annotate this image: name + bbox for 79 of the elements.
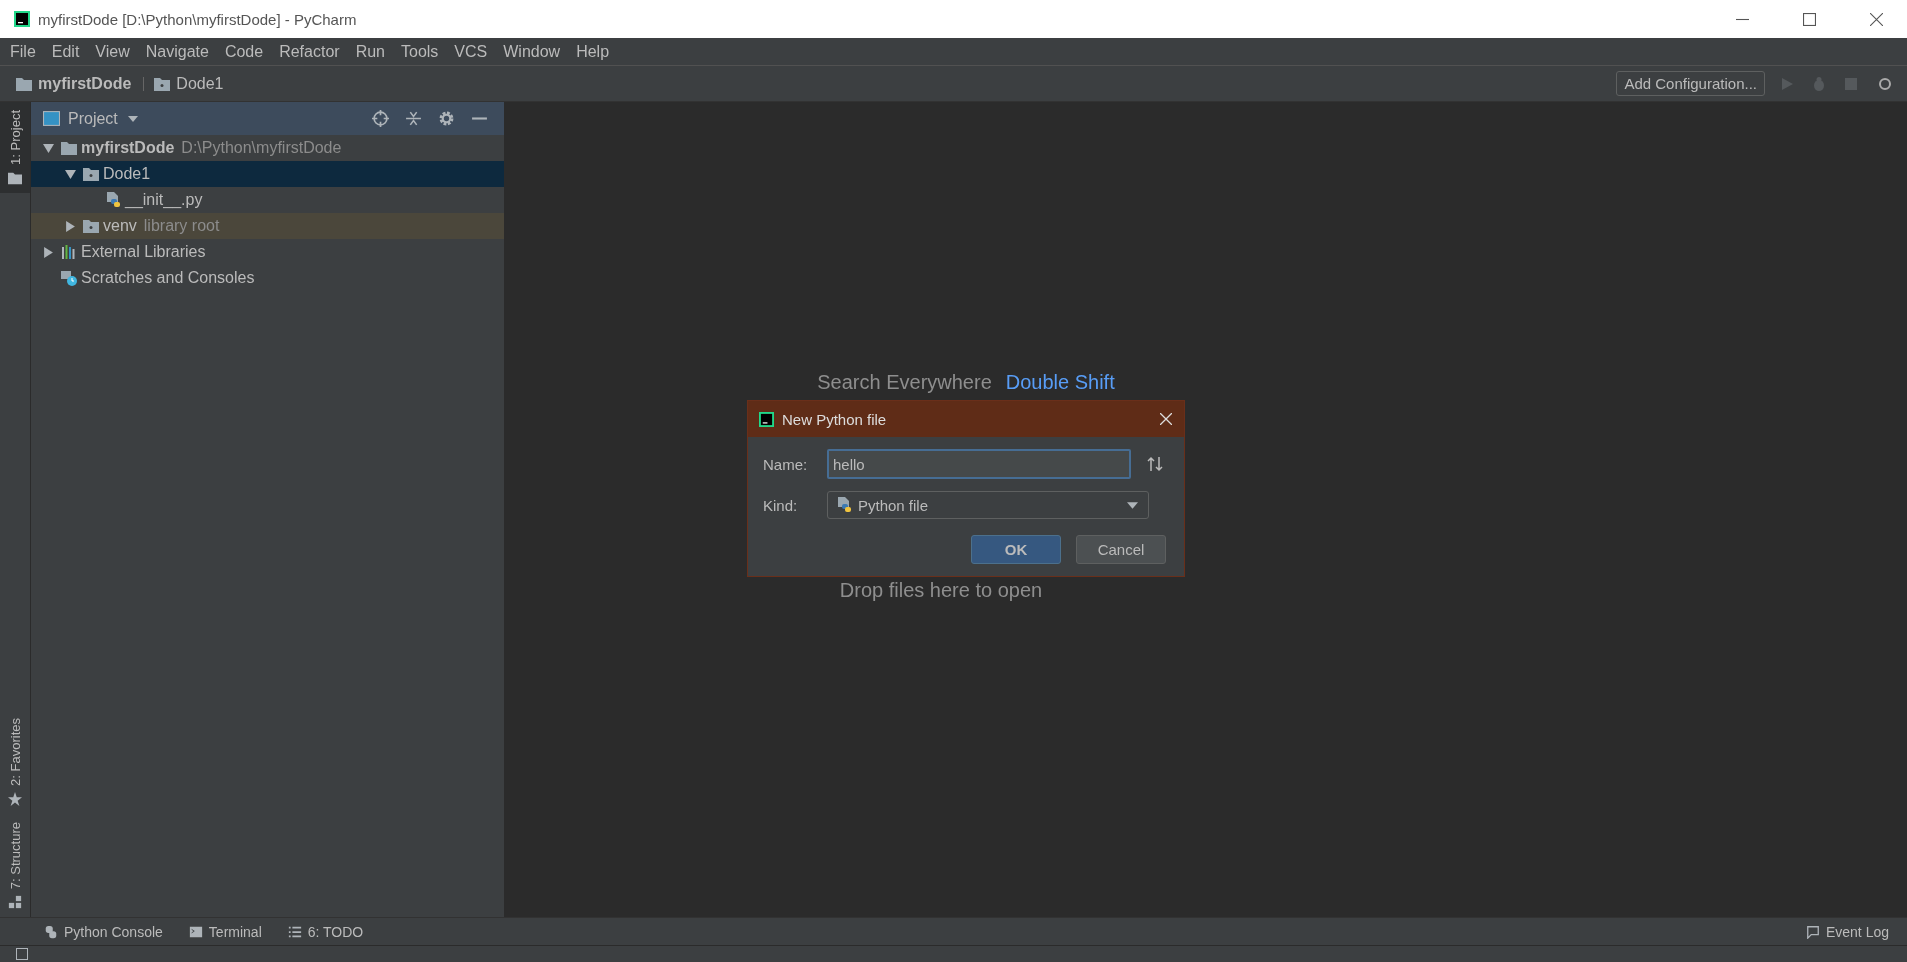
search-hint: Search Everywhere bbox=[817, 371, 992, 394]
collapse-all-icon[interactable] bbox=[405, 110, 422, 127]
tree-row[interactable]: External Libraries bbox=[31, 239, 504, 265]
cancel-button[interactable]: Cancel bbox=[1076, 535, 1166, 564]
menu-item[interactable]: Run bbox=[355, 42, 385, 61]
tool-window-tab[interactable]: 2: Favorites bbox=[0, 709, 30, 814]
tree-item-label: myfirstDode bbox=[81, 139, 175, 157]
menu-item[interactable]: Navigate bbox=[145, 42, 209, 61]
menu-item[interactable]: Window bbox=[503, 42, 561, 61]
expand-arrow-icon[interactable] bbox=[43, 246, 54, 258]
tree-item-hint: library root bbox=[143, 217, 220, 235]
maximize-icon[interactable] bbox=[1803, 12, 1816, 26]
sort-arrows-icon[interactable] bbox=[1147, 456, 1163, 472]
tool-window-tab[interactable]: 1: Project bbox=[0, 102, 30, 193]
kind-dropdown[interactable]: Python file bbox=[827, 491, 1149, 519]
menu-item[interactable]: Refactor bbox=[279, 42, 340, 61]
ok-button[interactable]: OK bbox=[971, 535, 1061, 564]
tree-row[interactable]: __init__.py bbox=[31, 187, 504, 213]
tree-item-label: venv bbox=[103, 217, 137, 235]
tree-row[interactable]: Scratches and Consoles bbox=[31, 265, 504, 291]
tree-item-label: Dode1 bbox=[103, 165, 151, 183]
libraries-icon bbox=[61, 244, 77, 260]
folder-icon bbox=[61, 140, 77, 156]
tree-row[interactable]: myfirstDode D:\Python\myfirstDode bbox=[31, 135, 504, 161]
menu-item[interactable]: VCS bbox=[454, 42, 488, 61]
tree-item-label: Scratches and Consoles bbox=[81, 269, 255, 287]
folder-icon bbox=[83, 218, 99, 234]
structure-icon bbox=[8, 895, 22, 909]
speech-bubble-icon bbox=[1805, 924, 1820, 939]
menu-item[interactable]: Help bbox=[576, 42, 610, 61]
star-icon bbox=[8, 791, 22, 806]
menu-item[interactable]: Code bbox=[224, 42, 264, 61]
tree-item-hint: D:\Python\myfirstDode bbox=[181, 139, 342, 157]
menu-item[interactable]: Tools bbox=[401, 42, 439, 61]
toggle-panels-icon[interactable] bbox=[16, 948, 28, 960]
tree-row[interactable]: Dode1 bbox=[31, 161, 504, 187]
caret-icon bbox=[1127, 501, 1138, 509]
list-icon bbox=[287, 924, 302, 939]
shortcut-hint: Double Shift bbox=[1005, 371, 1115, 394]
scratches-icon bbox=[61, 270, 77, 286]
drop-hint: Drop files here to open bbox=[839, 579, 1043, 601]
project-view-icon bbox=[43, 110, 60, 127]
terminal-icon bbox=[188, 924, 203, 939]
tree-item-label: __init__.py bbox=[125, 191, 203, 209]
app-logo-icon bbox=[14, 11, 30, 27]
menu-item[interactable]: File bbox=[10, 42, 36, 61]
expand-arrow-icon[interactable] bbox=[65, 220, 76, 232]
name-field[interactable]: hello bbox=[827, 449, 1131, 479]
tool-window-tab[interactable]: Terminal bbox=[188, 923, 262, 940]
expand-arrow-icon[interactable] bbox=[65, 168, 76, 180]
menu-item[interactable]: Edit bbox=[51, 42, 80, 61]
window-title: myfirstDode [D:\Python\myfirstDode] - PyCharm bbox=[38, 10, 357, 28]
panel-title[interactable]: Project bbox=[68, 109, 118, 128]
add-configuration-button[interactable]: Add Configuration... bbox=[1616, 71, 1765, 96]
event-log-button[interactable]: Event Log bbox=[1805, 923, 1889, 940]
folder-icon bbox=[154, 76, 171, 91]
tree-item-label: External Libraries bbox=[81, 243, 206, 261]
breadcrumb-item[interactable]: myfirstDode bbox=[38, 74, 132, 93]
breadcrumb-item[interactable]: Dode1 bbox=[176, 74, 224, 93]
close-icon[interactable] bbox=[1870, 12, 1883, 26]
dialog-title: New Python file bbox=[782, 410, 887, 428]
settings-icon[interactable] bbox=[438, 110, 455, 127]
folder-icon bbox=[83, 166, 99, 182]
python-file-icon bbox=[105, 192, 121, 208]
tool-window-tab[interactable]: Python Console bbox=[44, 923, 163, 940]
tree-row[interactable]: venv library root bbox=[31, 213, 504, 239]
app-logo-icon bbox=[759, 411, 774, 427]
tool-window-tab[interactable]: 7: Structure bbox=[0, 813, 30, 917]
caret-icon[interactable] bbox=[127, 115, 138, 122]
menu-item[interactable]: View bbox=[95, 42, 130, 61]
expand-arrow-icon[interactable] bbox=[43, 142, 54, 154]
folder-icon bbox=[8, 170, 22, 185]
python-icon bbox=[44, 924, 58, 939]
name-label: Name: bbox=[763, 455, 809, 473]
folder-icon bbox=[16, 76, 32, 91]
kind-label: Kind: bbox=[763, 496, 799, 514]
locate-icon[interactable] bbox=[372, 110, 389, 127]
tool-window-tab[interactable]: 6: TODO bbox=[287, 923, 364, 940]
python-file-icon bbox=[836, 497, 852, 513]
